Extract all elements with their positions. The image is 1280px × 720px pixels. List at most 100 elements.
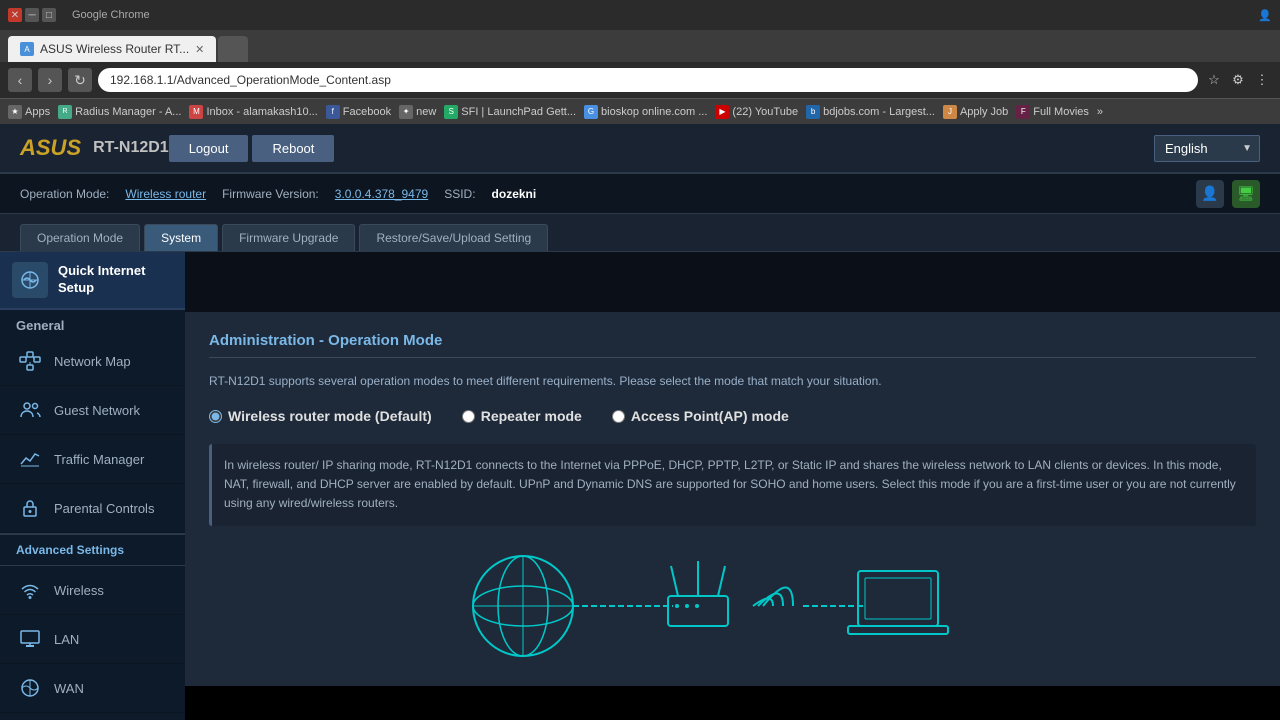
guest-network-label: Guest Network: [54, 403, 140, 418]
back-btn[interactable]: ‹: [8, 68, 32, 92]
nav-tabs: Operation Mode System Firmware Upgrade R…: [0, 214, 1280, 252]
lan-icon: [16, 625, 44, 653]
tab-system[interactable]: System: [144, 224, 218, 251]
traffic-manager-label: Traffic Manager: [54, 452, 144, 467]
refresh-btn[interactable]: ↻: [68, 68, 92, 92]
op-mode-value[interactable]: Wireless router: [125, 187, 206, 201]
tab-operation-mode[interactable]: Operation Mode: [20, 224, 140, 251]
bm-facebook[interactable]: f Facebook: [326, 105, 391, 119]
new-tab[interactable]: [218, 36, 248, 62]
new-icon: ✦: [399, 105, 413, 119]
radio-repeater-input[interactable]: [462, 410, 475, 423]
bm-sfi[interactable]: S SFI | LaunchPad Gett...: [444, 105, 576, 119]
tab-favicon: A: [20, 42, 34, 56]
wireless-label: Wireless: [54, 583, 104, 598]
fw-label: Firmware Version:: [222, 187, 319, 201]
bm-apps[interactable]: ★ Apps: [8, 105, 50, 119]
facebook-icon: f: [326, 105, 340, 119]
nav-icons: ☆ ⚙ ⋮: [1204, 70, 1272, 90]
model-name: RT-N12D1: [93, 139, 169, 157]
radio-ap[interactable]: Access Point(AP) mode: [612, 408, 789, 424]
status-icons: 👤 🖥: [1196, 180, 1260, 208]
repeater-label: Repeater mode: [481, 408, 582, 424]
guest-network-icon: [16, 396, 44, 424]
sidebar-item-wan[interactable]: WAN: [0, 664, 185, 713]
sidebar-item-network-map[interactable]: Network Map: [0, 337, 185, 386]
bm-radius[interactable]: R Radius Manager - A...: [58, 105, 181, 119]
bdjobs-icon: b: [806, 105, 820, 119]
radio-repeater[interactable]: Repeater mode: [462, 408, 582, 424]
menu-btn[interactable]: ⋮: [1252, 70, 1272, 90]
bm-youtube[interactable]: ▶ (22) YouTube: [715, 105, 798, 119]
sidebar-item-parental-controls[interactable]: Parental Controls: [0, 484, 185, 533]
network-icon[interactable]: 🖥: [1232, 180, 1260, 208]
parental-controls-icon: [16, 494, 44, 522]
fw-value[interactable]: 3.0.0.4.378_9479: [335, 187, 428, 201]
extensions-btn[interactable]: ⚙: [1228, 70, 1248, 90]
bm-bdjobs[interactable]: b bdjobs.com - Largest...: [806, 105, 935, 119]
tab-firmware[interactable]: Firmware Upgrade: [222, 224, 355, 251]
bookmark-btn[interactable]: ☆: [1204, 70, 1224, 90]
op-mode-label: Operation Mode:: [20, 187, 109, 201]
reboot-button[interactable]: Reboot: [252, 135, 334, 162]
close-btn[interactable]: ✕: [8, 8, 22, 22]
wireless-icon: [16, 576, 44, 604]
router-ui: ASUS RT-N12D1 Logout Reboot English Chin…: [0, 124, 1280, 720]
sidebar-item-lan[interactable]: LAN: [0, 615, 185, 664]
address-bar[interactable]: [98, 68, 1198, 92]
language-select[interactable]: English Chinese Indonesian: [1154, 135, 1260, 162]
bm-applyjob[interactable]: J Apply Job: [943, 105, 1008, 119]
logout-button[interactable]: Logout: [169, 135, 249, 162]
ssid-label: SSID:: [444, 187, 475, 201]
tab-close-btn[interactable]: ✕: [195, 43, 204, 56]
network-diagram: [209, 546, 1256, 666]
maximize-btn[interactable]: □: [42, 8, 56, 22]
sidebar: Quick InternetSetup General: [0, 252, 185, 720]
quick-setup-label: Quick InternetSetup: [58, 263, 145, 297]
sidebar-item-guest-network[interactable]: Guest Network: [0, 386, 185, 435]
radio-options: Wireless router mode (Default) Repeater …: [209, 408, 1256, 424]
forward-btn[interactable]: ›: [38, 68, 62, 92]
sidebar-item-wireless[interactable]: Wireless: [0, 566, 185, 615]
ap-label: Access Point(AP) mode: [631, 408, 789, 424]
main-content: Administration - Operation Mode RT-N12D1…: [185, 252, 1280, 720]
quick-internet-setup[interactable]: Quick InternetSetup: [0, 252, 185, 310]
tab-restore[interactable]: Restore/Save/Upload Setting: [359, 224, 548, 251]
language-selector[interactable]: English Chinese Indonesian ▼: [1154, 135, 1260, 162]
inbox-icon: M: [189, 105, 203, 119]
wifi-signal: [753, 587, 793, 606]
minimize-btn[interactable]: ─: [25, 8, 39, 22]
nav-bar: ‹ › ↻ ☆ ⚙ ⋮: [0, 62, 1280, 98]
tab-bar: A ASUS Wireless Router RT... ✕: [0, 30, 1280, 62]
tab-label: ASUS Wireless Router RT...: [40, 42, 189, 56]
user-icon[interactable]: 👤: [1196, 180, 1224, 208]
traffic-manager-icon: [16, 445, 44, 473]
network-map-label: Network Map: [54, 354, 131, 369]
sfi-icon: S: [444, 105, 458, 119]
bm-movies[interactable]: F Full Movies: [1016, 105, 1089, 119]
status-bar: Operation Mode: Wireless router Firmware…: [0, 174, 1280, 214]
advanced-settings-header: Advanced Settings: [0, 533, 185, 566]
general-section-header: General: [0, 310, 185, 337]
wireless-router-label: Wireless router mode (Default): [228, 408, 432, 424]
bm-inbox[interactable]: M Inbox - alamakash10...: [189, 105, 317, 119]
sidebar-item-ipv6[interactable]: IPv6 IPv6: [0, 713, 185, 720]
parental-controls-label: Parental Controls: [54, 501, 154, 516]
more-bookmarks[interactable]: »: [1097, 106, 1103, 118]
ssid-value: dozekni: [492, 187, 537, 201]
radio-wireless-router[interactable]: Wireless router mode (Default): [209, 408, 432, 424]
router-body: Quick InternetSetup General: [0, 252, 1280, 720]
diagram-svg: [443, 551, 1023, 661]
bm-new[interactable]: ✦ new: [399, 105, 436, 119]
active-tab[interactable]: A ASUS Wireless Router RT... ✕: [8, 36, 216, 62]
mode-description: In wireless router/ IP sharing mode, RT-…: [209, 444, 1256, 526]
bioskop-icon: G: [584, 105, 598, 119]
radio-ap-input[interactable]: [612, 410, 625, 423]
radio-wireless-router-input[interactable]: [209, 410, 222, 423]
sidebar-item-traffic-manager[interactable]: Traffic Manager: [0, 435, 185, 484]
bm-bioskop[interactable]: G bioskop online.com ...: [584, 105, 707, 119]
youtube-icon: ▶: [715, 105, 729, 119]
asus-logo: ASUS: [20, 135, 81, 161]
router-header: ASUS RT-N12D1 Logout Reboot English Chin…: [0, 124, 1280, 174]
radius-icon: R: [58, 105, 72, 119]
